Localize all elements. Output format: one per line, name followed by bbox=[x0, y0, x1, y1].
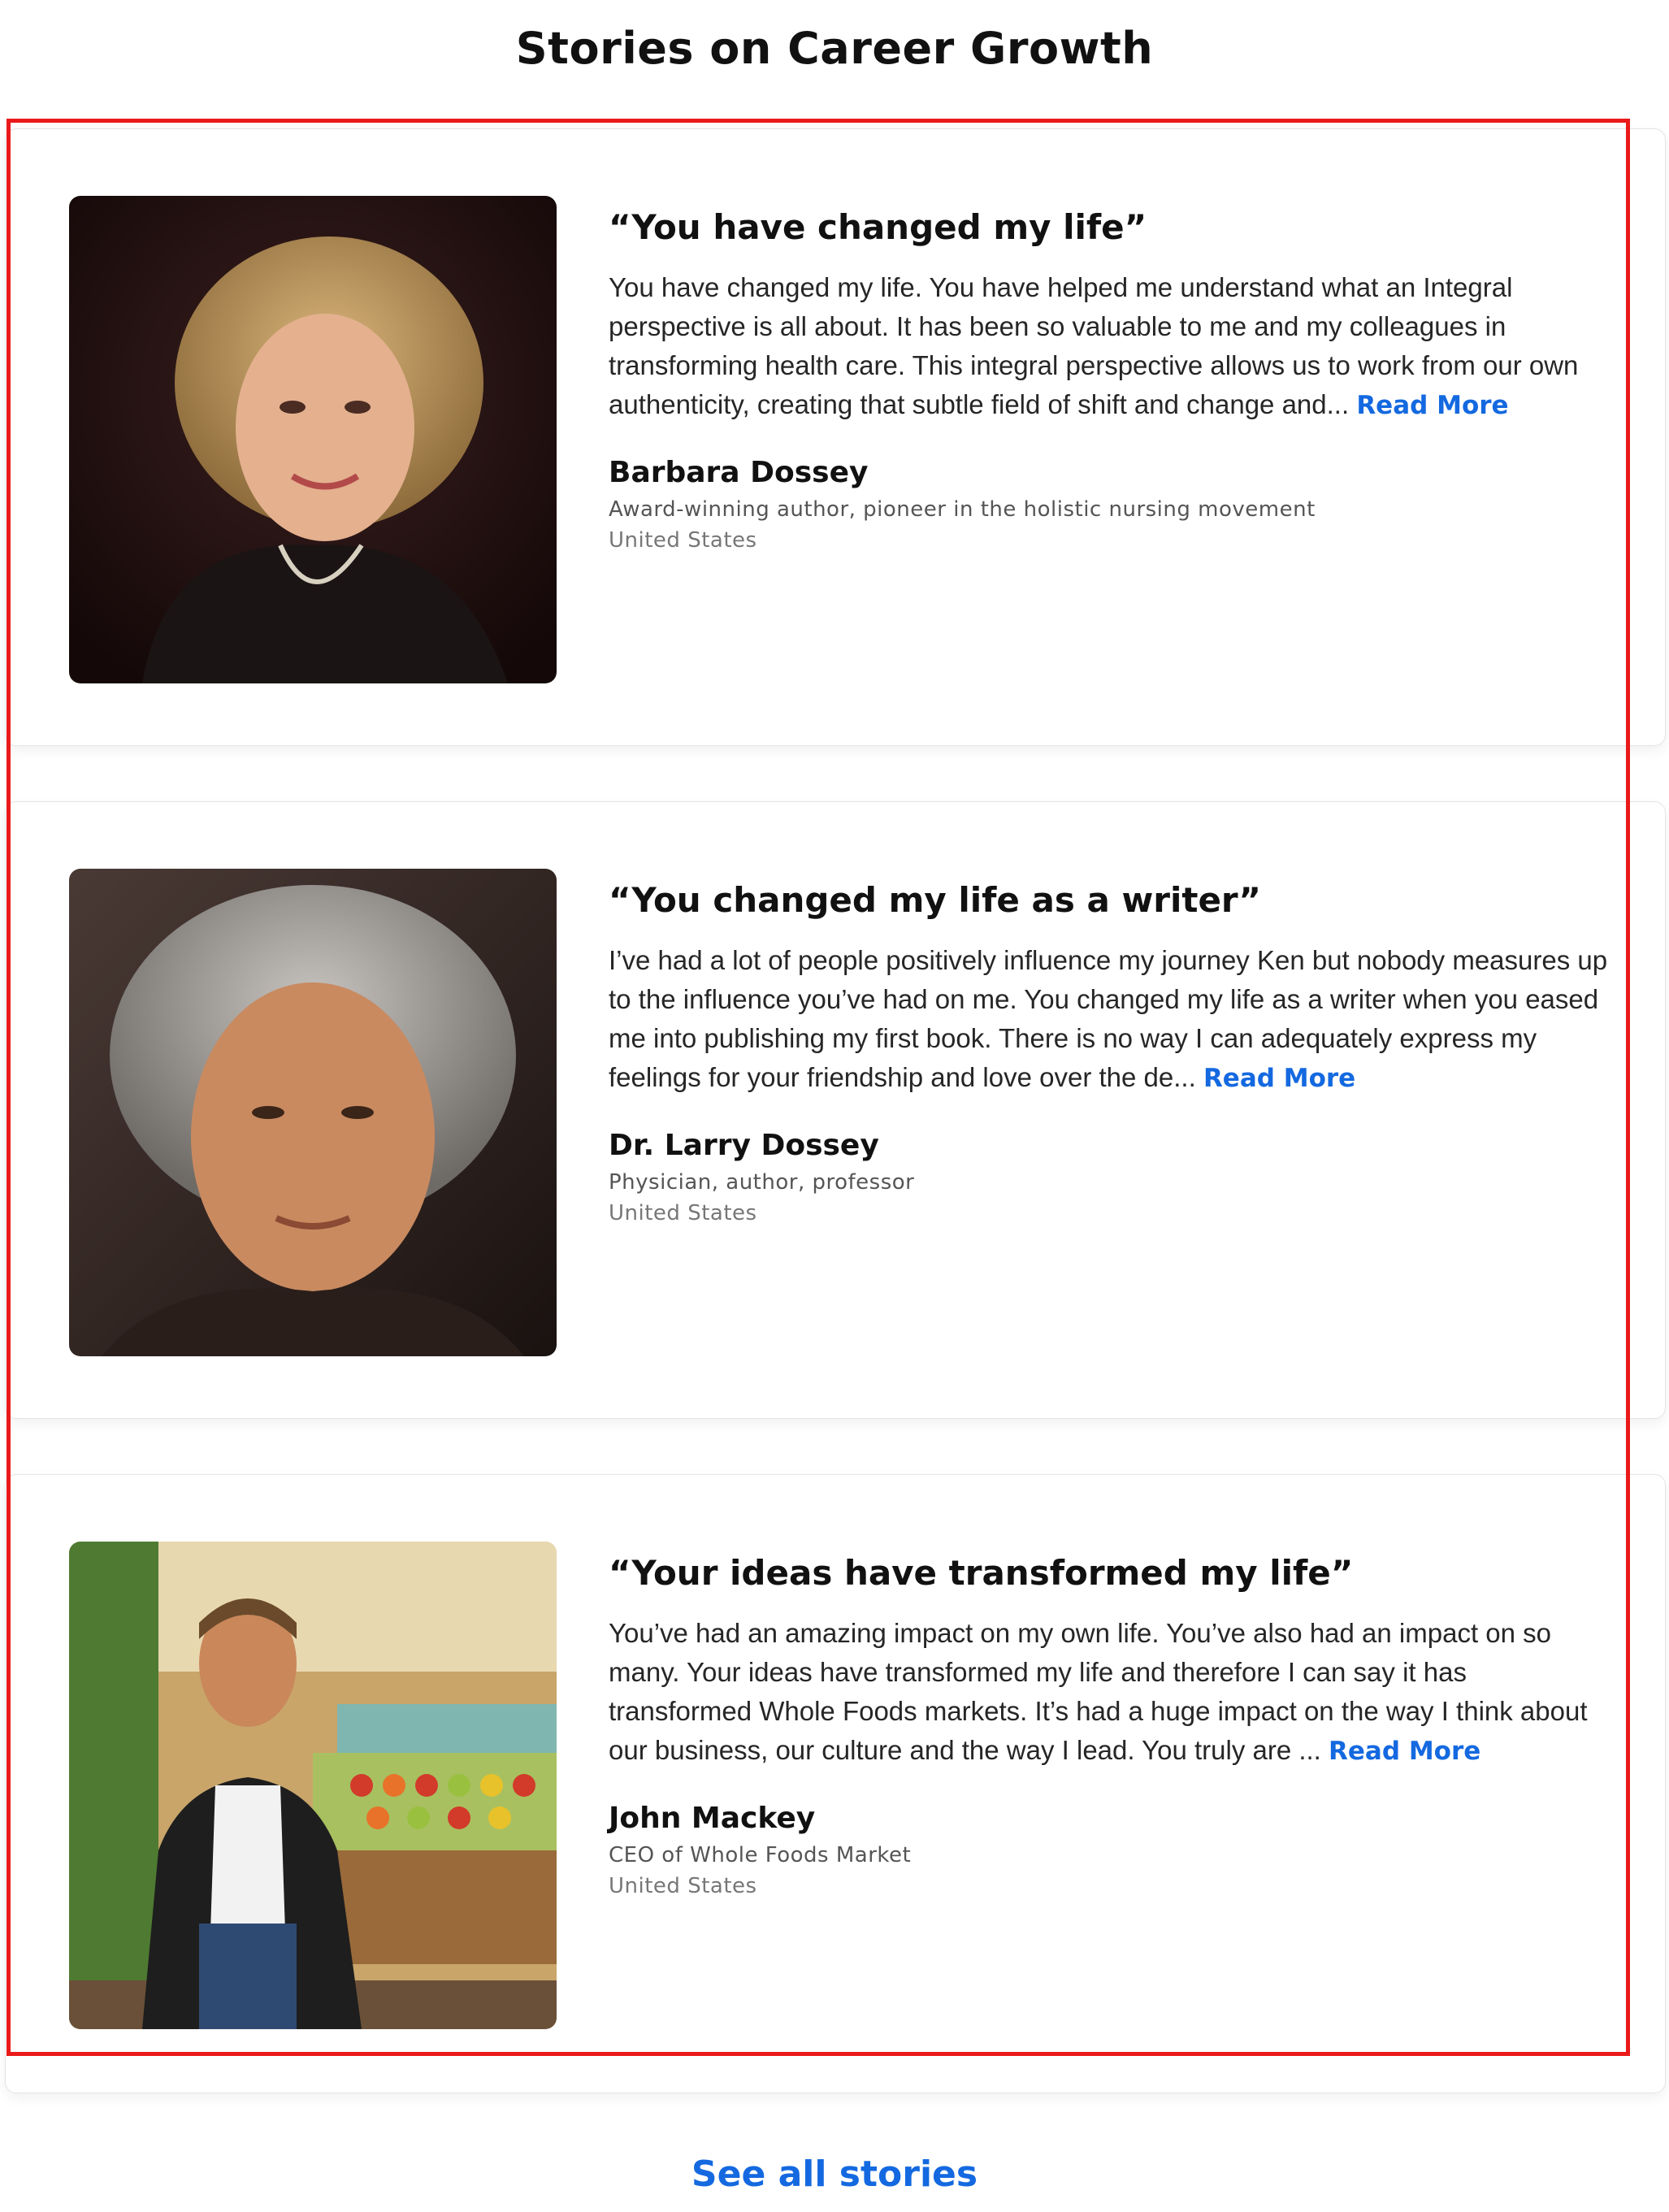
author-country: United States bbox=[609, 1873, 757, 1898]
story-content: “You changed my life as a writer” I’ve h… bbox=[609, 869, 1608, 1225]
author-name: Barbara Dossey bbox=[609, 455, 869, 489]
read-more-link[interactable]: Read More bbox=[1356, 391, 1508, 420]
read-more-link[interactable]: Read More bbox=[1329, 1737, 1480, 1766]
author-role: Physician, author, professor bbox=[609, 1169, 915, 1195]
author-country: United States bbox=[609, 527, 757, 553]
story-card: “You have changed my life” You have chan… bbox=[5, 128, 1666, 746]
story-excerpt: I’ve had a lot of people positively infl… bbox=[609, 941, 1608, 1098]
read-more-link[interactable]: Read More bbox=[1203, 1064, 1355, 1093]
author-role: CEO of Whole Foods Market bbox=[609, 1842, 912, 1867]
story-excerpt: You’ve had an amazing impact on my own l… bbox=[609, 1614, 1608, 1771]
story-title: “You changed my life as a writer” bbox=[609, 880, 1262, 920]
story-card: “You changed my life as a writer” I’ve h… bbox=[5, 801, 1666, 1419]
story-excerpt: You have changed my life. You have helpe… bbox=[609, 268, 1608, 425]
see-all-stories-link[interactable]: See all stories bbox=[0, 2153, 1669, 2195]
author-photo bbox=[69, 1542, 557, 2029]
story-body: I’ve had a lot of people positively infl… bbox=[609, 944, 1608, 1092]
author-photo bbox=[69, 869, 557, 1356]
page-title: Stories on Career Growth bbox=[515, 23, 1154, 74]
story-title: “Your ideas have transformed my life” bbox=[609, 1553, 1354, 1593]
author-name: John Mackey bbox=[609, 1801, 816, 1835]
author-photo bbox=[69, 196, 557, 683]
author-role: Award-winning author, pioneer in the hol… bbox=[609, 497, 1316, 522]
author-name: Dr. Larry Dossey bbox=[609, 1128, 879, 1162]
author-country: United States bbox=[609, 1200, 757, 1225]
story-content: “You have changed my life” You have chan… bbox=[609, 196, 1608, 553]
story-card: “Your ideas have transformed my life” Yo… bbox=[5, 1474, 1666, 2093]
story-title: “You have changed my life” bbox=[609, 207, 1147, 247]
story-content: “Your ideas have transformed my life” Yo… bbox=[609, 1542, 1608, 1898]
